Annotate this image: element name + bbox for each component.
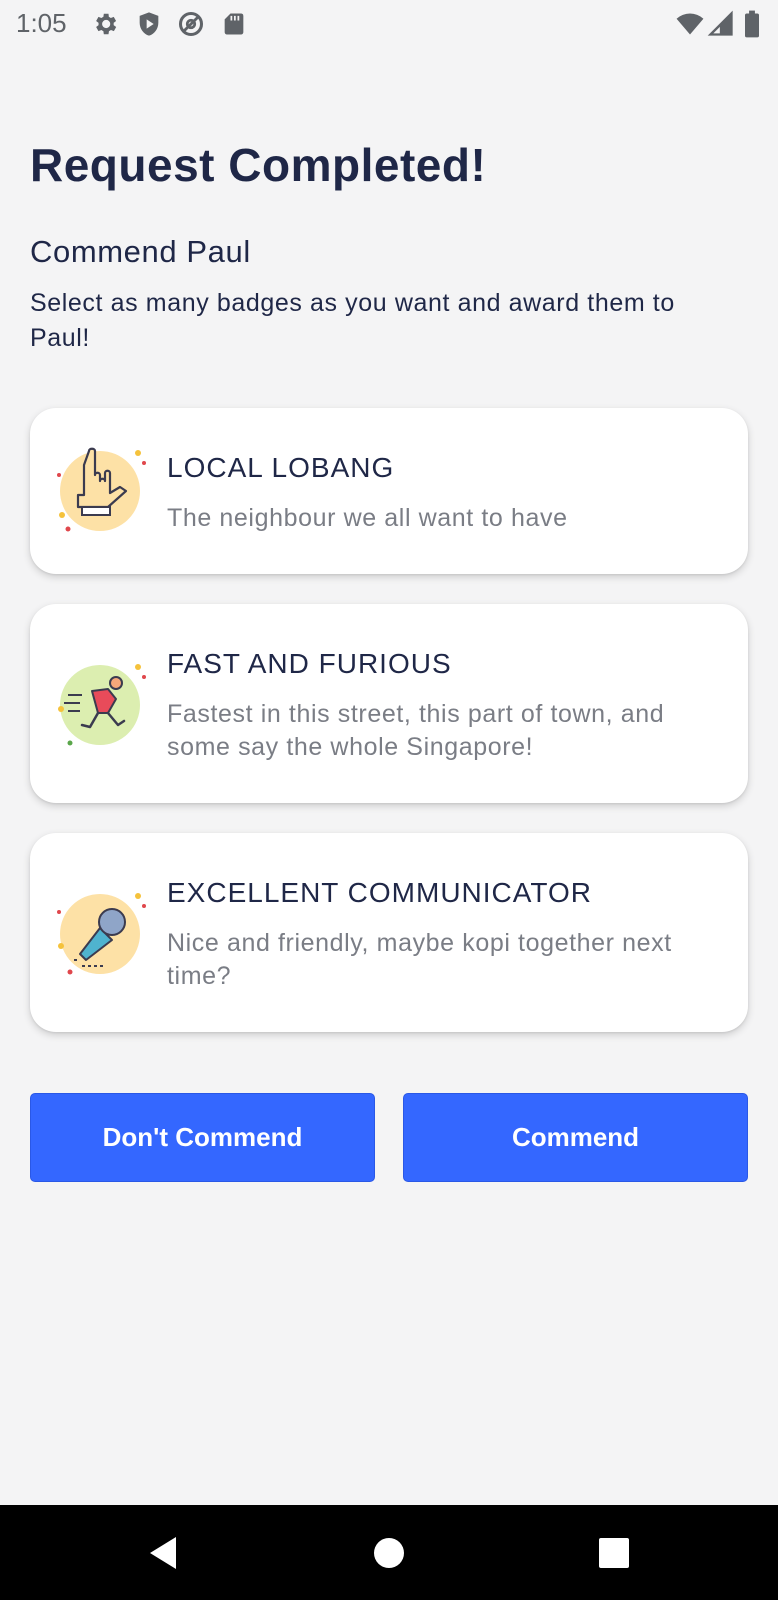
battery-icon [742,10,762,38]
recents-icon[interactable] [594,1533,634,1573]
home-icon[interactable] [369,1533,409,1573]
at-sign-icon [177,10,205,38]
gear-icon [91,10,119,38]
badge-title: LOCAL LOBANG [167,452,395,483]
badge-description: The neighbour we all want to have [167,504,568,532]
back-icon[interactable] [144,1533,184,1573]
badge-card-local-lobang[interactable]: LOCAL LOBANG The neighbour we all want t… [30,408,748,574]
status-time: 1:05 [16,8,67,38]
commend-button[interactable]: Commend [403,1093,748,1182]
badge-title: FAST AND FURIOUS [167,648,452,679]
badge-description: Nice and friendly, maybe kopi together n… [167,929,672,990]
badge-title: EXCELLENT COMMUNICATOR [167,877,592,908]
badge-description: Fastest in this street, this part of tow… [167,700,665,761]
badge-card-fast-and-furious[interactable]: FAST AND FURIOUS Fastest in this street,… [30,604,748,803]
status-bar: 1:05 [0,0,778,50]
shaka-hand-icon [54,445,146,537]
badge-card-excellent-communicator[interactable]: EXCELLENT COMMUNICATOR Nice and friendly… [30,833,748,1032]
signal-icon [707,10,735,38]
dont-commend-button[interactable]: Don't Commend [30,1093,375,1182]
sd-card-icon [220,10,248,38]
screen: 1:05 Request Completed! Commend Paul Sel… [0,0,778,1600]
shield-play-icon [135,10,163,38]
page-title: Request Completed! [30,139,487,191]
commend-subtitle: Commend Paul [30,234,251,269]
microphone-icon [54,888,146,980]
navigation-bar [0,1505,778,1600]
wifi-icon [674,10,706,38]
instructions-text: Select as many badges as you want and aw… [30,289,675,352]
running-person-icon [54,659,146,751]
